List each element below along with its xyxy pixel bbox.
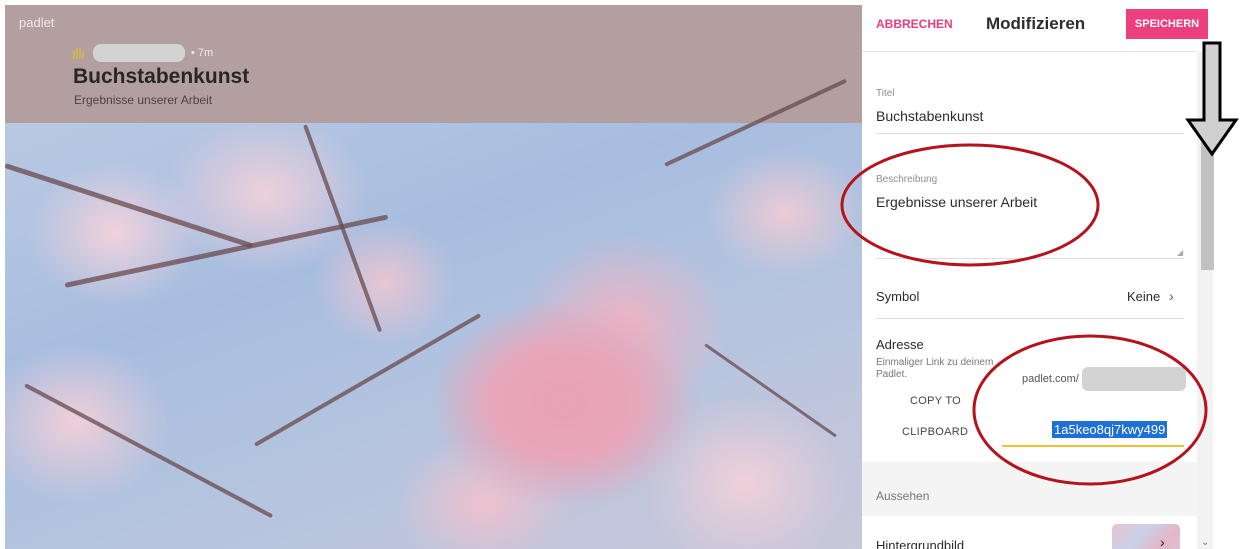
address-hint: Einmaliger Link zu deinem Padlet. (876, 357, 994, 380)
background-image-thumbnail[interactable] (1112, 524, 1180, 549)
title-field-label: Titel (876, 88, 895, 99)
background-image-label: Hintergrundbild (876, 538, 965, 549)
address-label: Adresse (876, 337, 924, 352)
panel-toolbar: ABBRECHEN Modifizieren SPEICHERN (862, 0, 1208, 52)
scroll-down-arrow-icon[interactable]: ⌄ (1201, 537, 1209, 548)
chevron-right-icon[interactable]: › (1169, 288, 1174, 304)
author-name-redacted (93, 44, 185, 62)
address-slug-input[interactable]: 1a5keo8qj7kwy499 (1052, 421, 1168, 438)
board-title: Buchstabenkunst (73, 65, 250, 88)
description-textarea[interactable]: Ergebnisse unserer Arbeit (876, 194, 1037, 210)
copy-to-clipboard-button-line2[interactable]: CLIPBOARD (902, 426, 968, 438)
panel-body: Titel Buchstabenkunst Beschreibung Ergeb… (862, 62, 1197, 549)
board-header: padlet • 7m Buchstabenkunst Ergebnisse u… (5, 5, 862, 123)
settings-panel: ABBRECHEN Modifizieren SPEICHERN Titel B… (862, 0, 1208, 549)
appearance-section-heading: Aussehen (876, 489, 930, 503)
padlet-brand[interactable]: padlet (19, 15, 54, 30)
board-preview: padlet • 7m Buchstabenkunst Ergebnisse u… (5, 5, 862, 549)
copy-to-clipboard-button-line1[interactable]: COPY TO (910, 395, 961, 407)
address-input-underline (1002, 445, 1184, 447)
divider (876, 133, 1184, 134)
board-subtitle: Ergebnisse unserer Arbeit (74, 93, 213, 107)
address-redacted (1082, 367, 1186, 391)
chevron-right-icon[interactable]: › (1160, 534, 1165, 549)
divider (876, 258, 1184, 259)
panel-scrollbar[interactable] (1197, 52, 1213, 549)
scrollbar-thumb[interactable] (1201, 142, 1214, 270)
address-domain: padlet.com/ (1022, 373, 1079, 385)
cancel-button[interactable]: ABBRECHEN (876, 17, 953, 31)
divider (876, 318, 1184, 319)
author-avatar-icon (73, 47, 84, 59)
title-input[interactable]: Buchstabenkunst (876, 108, 983, 124)
background-photo (5, 78, 862, 549)
panel-title: Modifizieren (986, 14, 1086, 33)
description-field-label: Beschreibung (876, 174, 938, 185)
resize-grip-icon[interactable]: ◢ (1177, 248, 1183, 257)
author-time: • 7m (191, 47, 214, 59)
symbol-value[interactable]: Keine (1127, 289, 1160, 304)
author-row: • 7m (71, 44, 214, 62)
symbol-label: Symbol (876, 289, 920, 304)
save-button[interactable]: SPEICHERN (1126, 9, 1208, 39)
